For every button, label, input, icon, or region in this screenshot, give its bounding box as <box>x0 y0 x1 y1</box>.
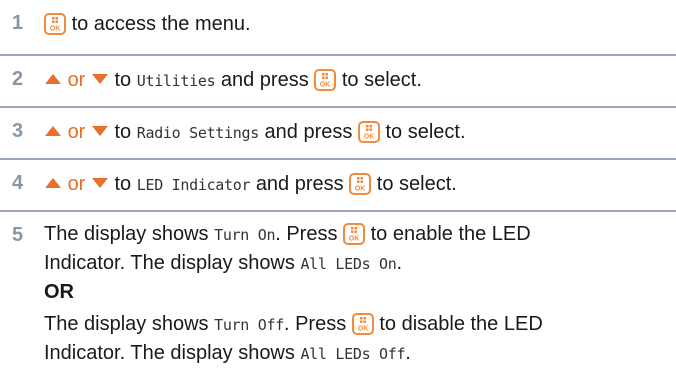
step-number: 3 <box>12 120 24 142</box>
down-arrow-icon <box>91 178 108 188</box>
ok-key-label: OK <box>358 326 369 333</box>
display-shows-text: The display shows <box>44 223 209 245</box>
display-shows-text: The display shows <box>44 313 209 335</box>
indicator-text: Indicator. The display shows <box>44 342 295 364</box>
to-text: to <box>114 69 132 91</box>
step-5-line-2: Indicator. The display shows All LEDs On… <box>44 249 668 278</box>
ok-key-label: OK <box>320 82 331 89</box>
display-value: Turn On <box>214 226 276 244</box>
step-number: 1 <box>12 12 24 34</box>
step-text: or to LED Indicator and press OK to sele… <box>44 170 668 199</box>
menu-item-name: Utilities <box>136 72 216 90</box>
ok-key-label: OK <box>50 26 61 33</box>
enable-text: to enable the LED <box>370 223 531 245</box>
display-value: Turn Off <box>214 316 284 334</box>
step-number: 4 <box>12 172 24 194</box>
to-text: to <box>114 173 132 195</box>
press-text: . Press <box>275 223 338 245</box>
ok-key-label: OK <box>355 186 366 193</box>
disable-text: to disable the LED <box>379 313 543 335</box>
ok-menu-key-icon: OK <box>357 121 380 143</box>
display-value: All LEDs On <box>300 255 397 273</box>
to-text: to <box>114 121 132 143</box>
period: . <box>396 252 403 274</box>
ok-menu-key-icon: OK <box>351 313 374 335</box>
down-arrow-icon <box>91 126 108 136</box>
step-text: The display shows Turn On. Press OK to e… <box>44 220 668 368</box>
down-arrow-icon <box>91 74 108 84</box>
to-select-text: to select. <box>385 121 466 143</box>
ok-menu-key-icon: OK <box>314 69 337 91</box>
instruction-steps: 1 OK to access the menu. 2 or to Utiliti… <box>0 0 676 380</box>
step-text: OK to access the menu. <box>44 10 668 38</box>
menu-item-name: LED Indicator <box>136 176 251 194</box>
menu-item-name: Radio Settings <box>136 124 260 142</box>
step-2: 2 or to Utilities and press OK to select… <box>0 56 676 108</box>
step-number: 5 <box>12 224 24 246</box>
and-press-text: and press <box>220 69 309 91</box>
step-5-line-4: The display shows Turn Off. Press OK to … <box>44 310 668 339</box>
step-3: 3 or to Radio Settings and press OK to s… <box>0 108 676 160</box>
step-text: or to Utilities and press OK to select. <box>44 66 668 95</box>
up-arrow-icon <box>45 178 61 188</box>
step-5: 5 The display shows Turn On. Press OK to… <box>0 212 676 380</box>
ok-key-label: OK <box>349 236 360 243</box>
step-text: or to Radio Settings and press OK to sel… <box>44 118 668 147</box>
ok-menu-key-icon: OK <box>349 173 372 195</box>
step-1: 1 OK to access the menu. <box>0 0 676 56</box>
and-press-text: and press <box>264 121 353 143</box>
period: . <box>405 342 411 364</box>
up-arrow-icon <box>45 126 61 136</box>
step-5-line-1: The display shows Turn On. Press OK to e… <box>44 220 668 249</box>
or-text: or <box>67 69 86 91</box>
or-text: or <box>67 173 86 195</box>
to-select-text: to select. <box>376 173 457 195</box>
up-arrow-icon <box>45 74 61 84</box>
step-4: 4 or to LED Indicator and press OK to se… <box>0 160 676 212</box>
display-value: All LEDs Off <box>300 345 406 363</box>
to-select-text: to select. <box>341 69 422 91</box>
ok-menu-key-icon: OK <box>343 223 366 245</box>
press-text: . Press <box>283 313 347 335</box>
ok-menu-key-icon: OK <box>44 13 66 35</box>
indicator-text: Indicator. The display shows <box>44 252 295 274</box>
and-press-text: and press <box>255 173 344 195</box>
or-label: OR <box>44 281 74 303</box>
or-text: or <box>67 121 86 143</box>
step-number: 2 <box>12 68 24 90</box>
ok-key-label: OK <box>364 134 375 141</box>
step-5-line-5: Indicator. The display shows All LEDs Of… <box>44 339 668 368</box>
step-1-text: to access the menu. <box>71 13 251 35</box>
